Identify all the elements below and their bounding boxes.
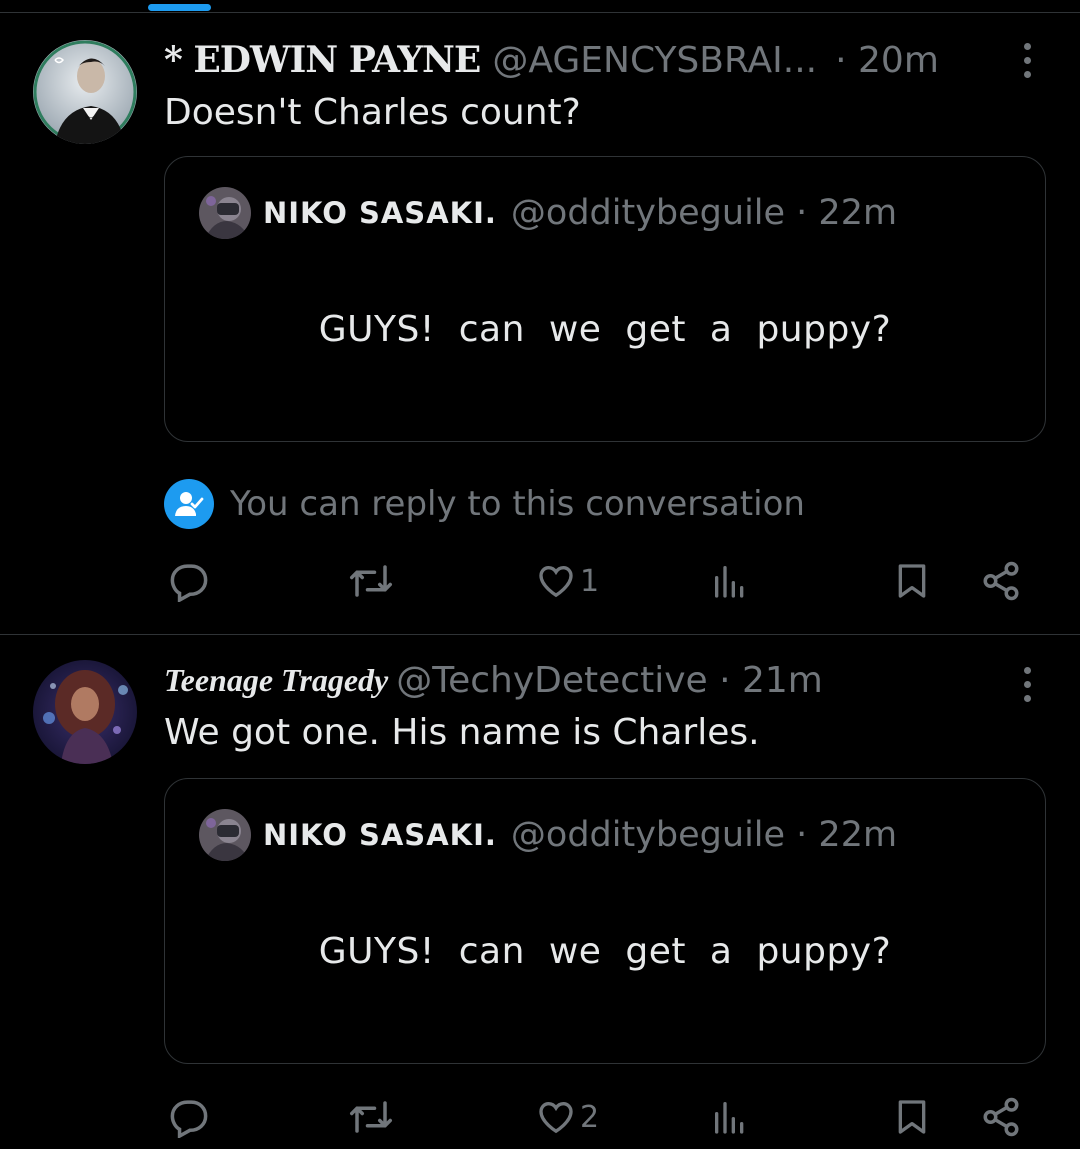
quoted-header: NIKO SASAKI. @odditybeguile · 22m — [263, 191, 897, 235]
share-icon — [983, 561, 1019, 601]
share-icon — [983, 1097, 1019, 1137]
tweet-text: We got one. His name is Charles. — [164, 712, 760, 753]
reply-button[interactable] — [168, 1092, 210, 1142]
quoted-handle: @odditybeguile · 22m — [510, 193, 898, 233]
reply-icon — [170, 1100, 208, 1138]
analytics-icon — [715, 566, 744, 598]
share-button[interactable] — [980, 1092, 1022, 1142]
more-options-icon[interactable] — [1012, 664, 1042, 704]
user-check-icon — [164, 479, 214, 529]
bookmark-button[interactable] — [892, 1092, 932, 1142]
avatar[interactable] — [33, 660, 137, 764]
quoted-avatar — [199, 187, 251, 239]
heart-icon — [539, 1101, 573, 1134]
like-button[interactable]: 2 — [536, 1092, 599, 1142]
quoted-avatar — [199, 809, 251, 861]
masked-figure-avatar-icon — [199, 809, 251, 861]
like-count: 1 — [580, 563, 600, 599]
reply-icon — [170, 564, 208, 602]
quoted-text: GUYS! can we get a puppy? — [318, 309, 892, 350]
like-button[interactable]: 1 — [536, 556, 599, 606]
tweet-header: Teenage Tragedy @TechyDetective · 21m — [164, 658, 823, 702]
display-name[interactable]: * EDWIN PAYNE — [164, 39, 481, 81]
bookmark-icon — [898, 564, 926, 598]
repost-icon — [350, 565, 392, 597]
timestamp[interactable]: · 20m — [835, 40, 939, 81]
analytics-icon — [715, 1102, 744, 1134]
tweet[interactable]: * EDWIN PAYNE @AGENCYSBRAI... · 20m Does… — [0, 0, 1080, 634]
woman-portrait-avatar-icon — [33, 660, 137, 764]
reply-button[interactable] — [168, 556, 210, 606]
quoted-tweet[interactable]: NIKO SASAKI. @odditybeguile · 22m GUYS! … — [164, 156, 1046, 442]
repost-button[interactable] — [348, 1092, 394, 1142]
bookmark-button[interactable] — [892, 556, 932, 606]
avatar[interactable] — [33, 40, 137, 144]
tweet-text: Doesn't Charles count? — [164, 92, 581, 133]
reply-notice-text: You can reply to this conversation — [230, 484, 805, 524]
more-options-icon[interactable] — [1012, 40, 1042, 80]
reply-notice: You can reply to this conversation — [164, 479, 805, 529]
quoted-header: NIKO SASAKI. @odditybeguile · 22m — [263, 813, 897, 857]
display-name[interactable]: Teenage Tragedy — [164, 662, 388, 699]
quoted-handle: @odditybeguile · 22m — [510, 815, 898, 855]
tweet[interactable]: Teenage Tragedy @TechyDetective · 21m We… — [0, 636, 1080, 1149]
repost-icon — [350, 1101, 392, 1133]
like-count: 2 — [580, 1099, 600, 1135]
user-handle[interactable]: @TechyDetective · 21m — [396, 660, 823, 701]
tweet-header: * EDWIN PAYNE @AGENCYSBRAI... · 20m — [164, 38, 939, 82]
share-button[interactable] — [980, 556, 1022, 606]
user-handle[interactable]: @AGENCYSBRAI... — [492, 40, 817, 81]
man-in-tuxedo-avatar-icon — [33, 40, 137, 144]
tweet-divider — [0, 634, 1080, 635]
views-button[interactable] — [710, 1092, 750, 1142]
tweet-actions: 2 — [0, 1092, 1080, 1142]
heart-icon — [539, 565, 573, 598]
quoted-tweet[interactable]: NIKO SASAKI. @odditybeguile · 22m GUYS! … — [164, 778, 1046, 1064]
masked-figure-avatar-icon — [199, 187, 251, 239]
views-button[interactable] — [710, 556, 750, 606]
quoted-display-name: NIKO SASAKI. — [263, 818, 497, 852]
quoted-text: GUYS! can we get a puppy? — [318, 931, 892, 972]
bookmark-icon — [898, 1100, 926, 1134]
quoted-display-name: NIKO SASAKI. — [263, 196, 497, 230]
tweet-actions: 1 — [0, 556, 1080, 606]
repost-button[interactable] — [348, 556, 394, 606]
